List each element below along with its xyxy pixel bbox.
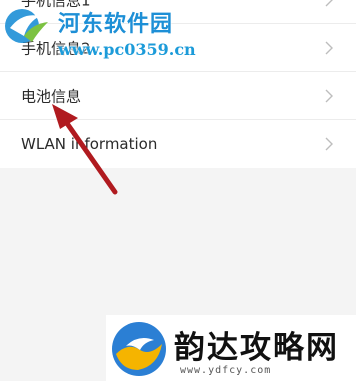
watermark-bottom: 韵达攻略网 www.ydfcy.com — [106, 315, 356, 381]
watermark-url: www.pc0359.cn — [58, 40, 196, 59]
chevron-right-icon — [325, 89, 333, 102]
site-logo-icon — [5, 9, 48, 43]
bird-badge-icon — [112, 322, 166, 376]
watermark-top: 河东软件园 www.pc0359.cn — [0, 0, 210, 70]
watermark-name: 韵达攻略网 — [174, 330, 339, 366]
list-item-wlan-information[interactable]: WLAN information — [0, 120, 356, 168]
watermark-name: 河东软件园 — [58, 11, 174, 37]
chevron-right-icon — [325, 137, 333, 151]
chevron-right-icon — [325, 0, 333, 6]
watermark-url: www.ydfcy.com — [180, 365, 272, 376]
list-item-label: WLAN information — [21, 135, 158, 153]
chevron-right-icon — [325, 41, 333, 54]
list-item-battery-info[interactable]: 电池信息 — [0, 72, 356, 120]
list-item-label: 电池信息 — [21, 87, 82, 105]
